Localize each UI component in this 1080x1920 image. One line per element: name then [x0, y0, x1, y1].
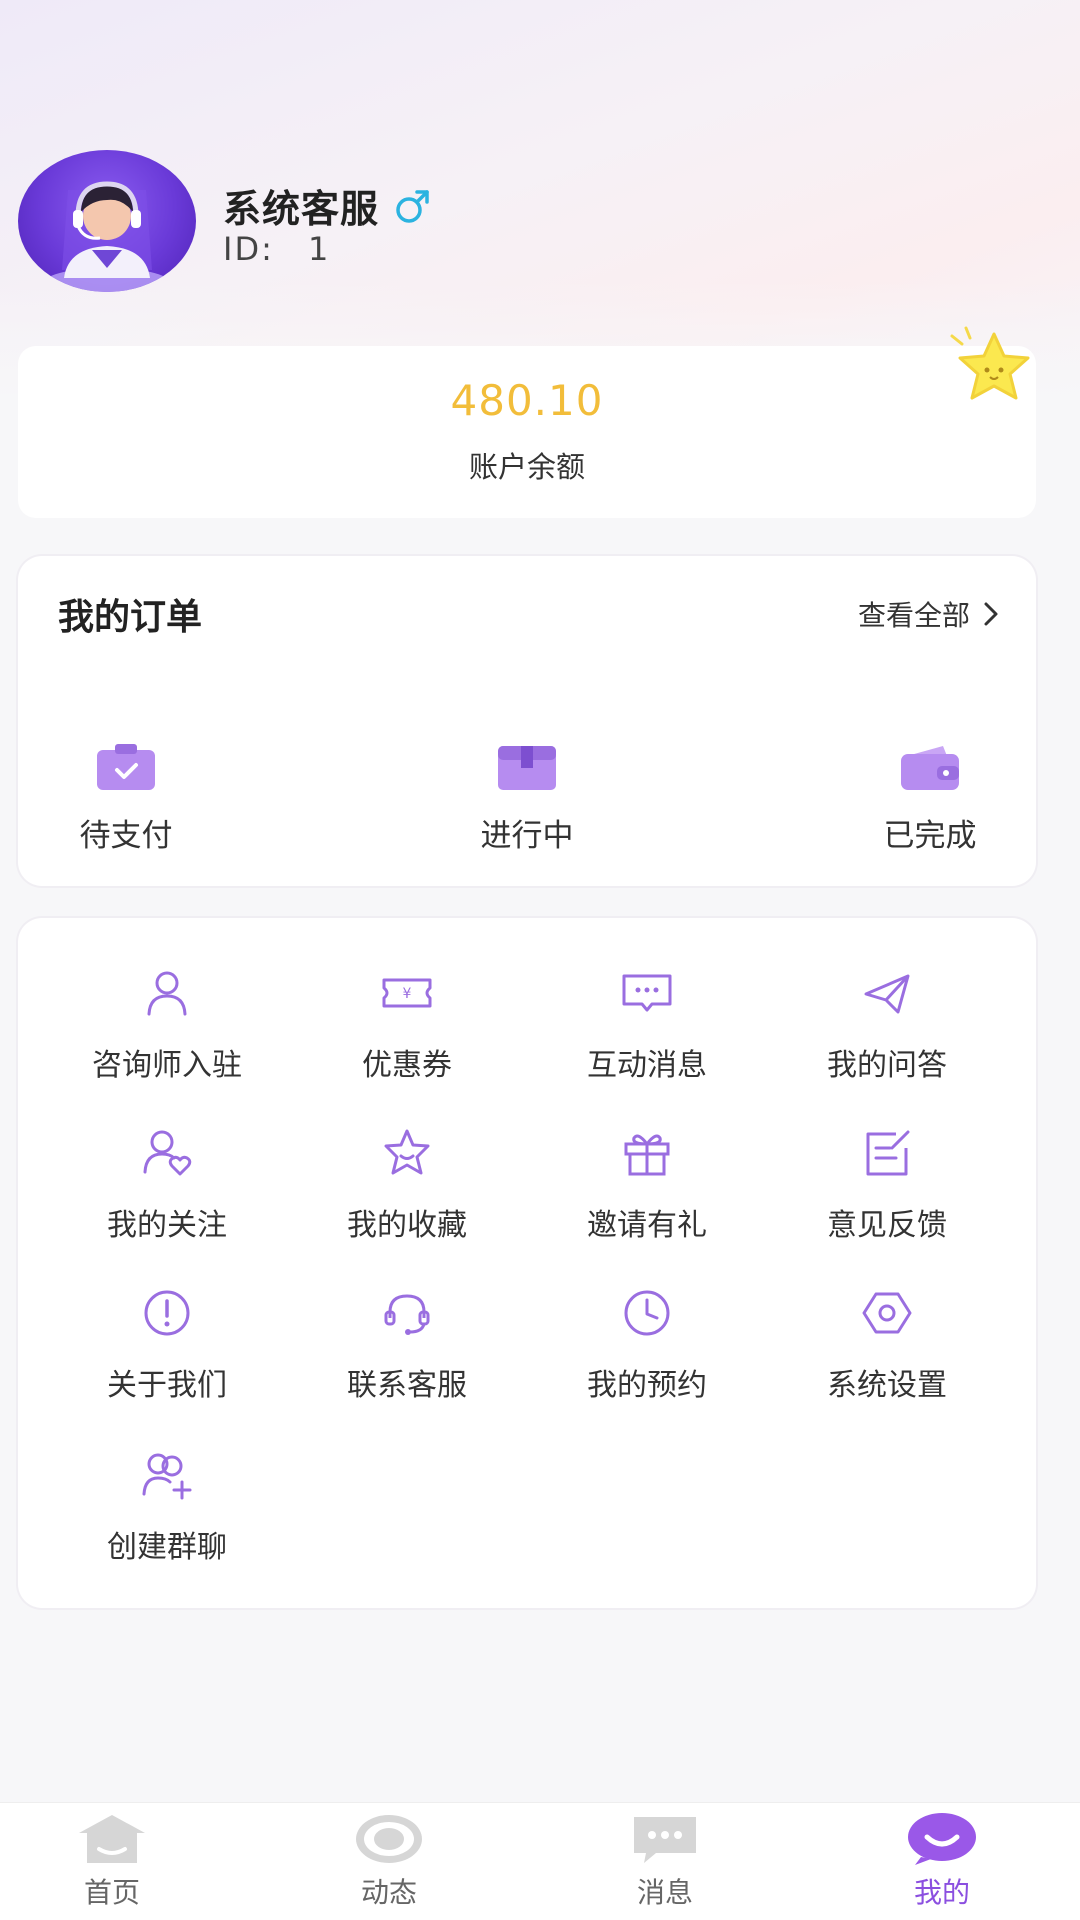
- view-all-label: 查看全部: [857, 599, 970, 632]
- menu-item-label: 我的预约: [587, 1368, 707, 1403]
- menu-item-coupons[interactable]: ¥ 优惠券: [287, 966, 527, 1086]
- person-heart-icon: [143, 1130, 192, 1176]
- profile-header[interactable]: 系统客服 ID: 1: [18, 150, 718, 300]
- menu-item-system-settings[interactable]: 系统设置: [767, 1286, 1007, 1406]
- order-in-progress[interactable]: 进行中: [457, 742, 597, 855]
- tab-label: 首页: [83, 1876, 140, 1909]
- orders-card: 我的订单 查看全部 待支付 进行中 已完成: [18, 556, 1036, 886]
- menu-item-about-us[interactable]: 关于我们: [47, 1286, 287, 1406]
- star-icon: [384, 1129, 430, 1175]
- svg-text:¥: ¥: [403, 986, 412, 1002]
- tab-messages[interactable]: 消息: [585, 1811, 745, 1920]
- person-icon: [147, 971, 187, 1016]
- balance-label: 账户余额: [468, 450, 585, 484]
- menu-item-label: 优惠券: [362, 1048, 452, 1083]
- clock-icon: [624, 1290, 670, 1336]
- star-decoration-icon: [944, 326, 1040, 410]
- user-id: ID: 1: [223, 230, 330, 268]
- order-label: 进行中: [480, 818, 574, 854]
- paper-plane-icon: [864, 974, 910, 1014]
- menu-item-label: 关于我们: [107, 1368, 227, 1403]
- menu-item-label: 意见反馈: [827, 1208, 947, 1243]
- menu-item-feedback[interactable]: 意见反馈: [767, 1126, 1007, 1246]
- home-icon: [79, 1815, 145, 1863]
- menu-item-label: 咨询师入驻: [92, 1048, 242, 1083]
- message-icon: [634, 1817, 696, 1863]
- tab-home[interactable]: 首页: [32, 1811, 192, 1920]
- bottom-tab-bar: 首页 动态 消息 我的: [0, 1802, 1080, 1920]
- tab-label: 动态: [360, 1876, 417, 1909]
- menu-item-my-favorites[interactable]: 我的收藏: [287, 1126, 527, 1246]
- view-all-orders-link[interactable]: 查看全部: [858, 594, 1000, 634]
- menu-item-label: 创建群聊: [107, 1530, 227, 1565]
- menu-item-my-following[interactable]: 我的关注: [47, 1126, 287, 1246]
- menu-item-contact-support[interactable]: 联系客服: [287, 1286, 527, 1406]
- headset-icon: [384, 1294, 430, 1335]
- male-icon: [393, 186, 433, 226]
- info-circle-icon: [144, 1290, 190, 1336]
- menu-item-label: 我的收藏: [347, 1208, 467, 1243]
- menu-item-counselor-join[interactable]: 咨询师入驻: [47, 966, 287, 1086]
- avatar[interactable]: [18, 150, 196, 292]
- tab-feed[interactable]: 动态: [309, 1811, 469, 1920]
- menu-item-label: 我的关注: [107, 1208, 227, 1243]
- user-name: 系统客服: [223, 187, 380, 231]
- menu-grid-card: 咨询师入驻 ¥ 优惠券 互动消息 我的问答 我的关注 我的收藏 邀请有礼 意见反…: [18, 918, 1036, 1608]
- menu-item-create-group-chat[interactable]: 创建群聊: [47, 1448, 287, 1568]
- menu-item-interactive-messages[interactable]: 互动消息: [527, 966, 767, 1086]
- tab-profile[interactable]: 我的: [862, 1811, 1022, 1920]
- coupon-icon: ¥: [382, 978, 432, 1008]
- order-pending-payment[interactable]: 待支付: [56, 742, 196, 855]
- balance-card[interactable]: 480.10 账户余额: [18, 346, 1036, 518]
- menu-item-label: 联系客服: [347, 1368, 467, 1403]
- menu-item-my-qa[interactable]: 我的问答: [767, 966, 1007, 1086]
- tab-label: 我的: [913, 1876, 970, 1909]
- orders-title: 我的订单: [58, 597, 203, 638]
- chat-bubble-icon: [622, 974, 672, 1012]
- wallet-icon: [901, 746, 959, 790]
- eye-icon: [356, 1815, 422, 1863]
- group-add-icon: [142, 1453, 192, 1500]
- clipboard-check-icon: [97, 744, 155, 790]
- edit-note-icon: [866, 1130, 910, 1176]
- chevron-right-icon: [984, 602, 998, 626]
- order-label: 待支付: [79, 818, 173, 854]
- balance-value: 480.10: [450, 376, 604, 425]
- menu-item-label: 系统设置: [827, 1368, 947, 1403]
- settings-hexagon-icon: [862, 1292, 912, 1334]
- menu-item-label: 互动消息: [587, 1048, 707, 1083]
- user-id-value: 1: [308, 230, 331, 268]
- user-id-label: ID:: [223, 230, 274, 268]
- profile-smile-icon: [908, 1813, 976, 1865]
- menu-item-my-appointments[interactable]: 我的预约: [527, 1286, 767, 1406]
- package-box-icon: [498, 746, 556, 790]
- gift-icon: [624, 1134, 670, 1176]
- order-completed[interactable]: 已完成: [860, 742, 1000, 855]
- menu-item-label: 我的问答: [827, 1048, 947, 1083]
- menu-item-label: 邀请有礼: [587, 1208, 707, 1243]
- tab-label: 消息: [636, 1876, 693, 1909]
- menu-item-invite-rewards[interactable]: 邀请有礼: [527, 1126, 767, 1246]
- name-row: 系统客服: [223, 178, 433, 233]
- order-label: 已完成: [883, 818, 977, 854]
